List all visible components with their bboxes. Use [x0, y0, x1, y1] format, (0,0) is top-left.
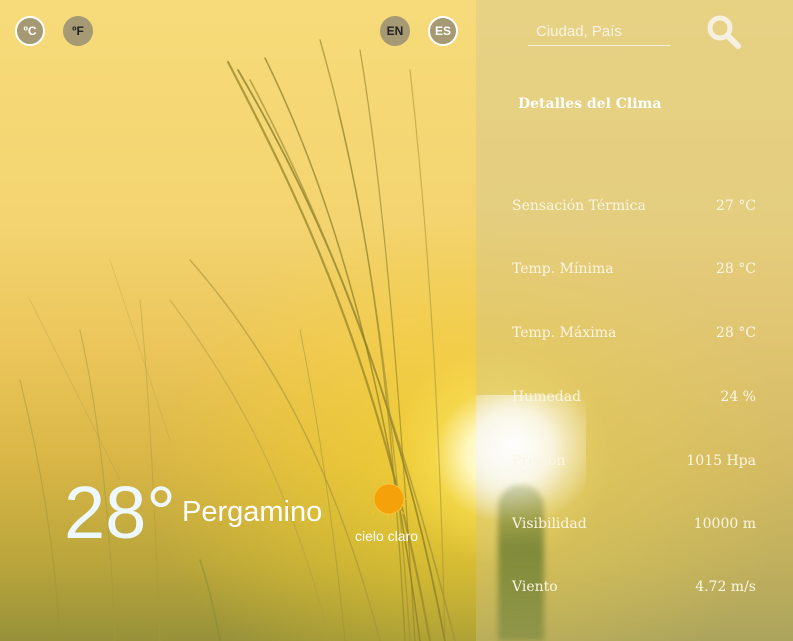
language-en-button[interactable]: EN: [380, 16, 410, 46]
detail-value-pressure: 1015 Hpa: [686, 453, 756, 469]
detail-value-wind: 4.72 m/s: [695, 579, 756, 595]
detail-label-pressure: Presión: [512, 453, 566, 469]
language-es-button[interactable]: ES: [428, 16, 458, 46]
detail-value-temp-max: 28 °C: [716, 325, 756, 341]
details-title: Detalles del Clima: [518, 96, 662, 112]
weather-app: ºC ºF EN ES 28° Pergamino cielo claro De…: [0, 0, 793, 641]
detail-value-humidity: 24 %: [720, 389, 756, 405]
detail-label-temp-max: Temp. Máxima: [512, 325, 617, 341]
fahrenheit-button[interactable]: ºF: [63, 16, 93, 46]
detail-label-wind: Viento: [512, 579, 558, 595]
search-icon[interactable]: [706, 14, 742, 50]
celsius-button[interactable]: ºC: [15, 16, 45, 46]
current-temperature: 28°: [64, 471, 176, 554]
city-search-input[interactable]: [528, 18, 670, 46]
detail-label-visibility: Visibilidad: [512, 516, 587, 532]
detail-value-temp-min: 28 °C: [716, 261, 756, 277]
detail-label-temp-min: Temp. Mínima: [512, 261, 614, 277]
weather-description: cielo claro: [355, 528, 419, 544]
sun-icon: [366, 478, 410, 520]
detail-label-humidity: Humedad: [512, 389, 582, 405]
detail-value-visibility: 10000 m: [693, 516, 756, 532]
panel-blurred-stalk: [498, 485, 544, 641]
city-name: Pergamino: [182, 496, 323, 528]
detail-label-feels-like: Sensación Térmica: [512, 198, 646, 214]
detail-value-feels-like: 27 °C: [716, 198, 756, 214]
